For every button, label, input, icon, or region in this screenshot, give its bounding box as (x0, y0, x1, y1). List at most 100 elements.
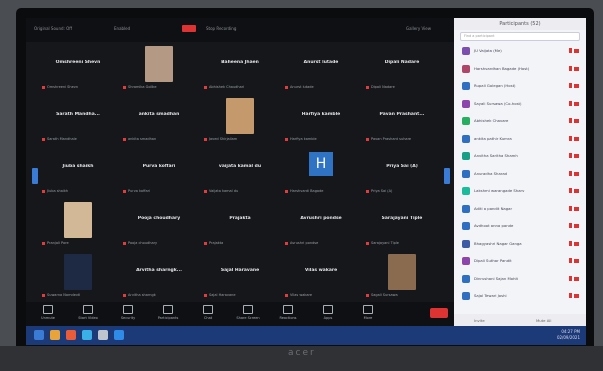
muted-mic-icon[interactable] (569, 65, 572, 71)
participant-list-item[interactable]: Bhagyashri Nagar Ganga (458, 237, 582, 251)
next-page-arrow-icon[interactable] (444, 168, 450, 184)
avatar (462, 204, 470, 213)
toolbar-button[interactable]: Security (116, 305, 140, 320)
video-off-icon[interactable] (574, 259, 579, 263)
participant-tile[interactable]: Avrushri pondse Avrushri pondse (281, 198, 361, 248)
participant-list-item[interactable]: Aditi a pandit Nagar (458, 202, 582, 216)
participant-tile[interactable]: Dipali Nadare Dipali Nadare (362, 42, 442, 92)
avatar (462, 82, 470, 90)
muted-mic-icon (123, 189, 126, 193)
toolbar-button[interactable]: Chat (196, 305, 220, 320)
view-toggle[interactable]: Gallery View (406, 26, 431, 31)
muted-mic-icon[interactable] (569, 240, 572, 246)
browser-icon[interactable] (82, 330, 92, 340)
toolbar-button[interactable]: Apps (316, 305, 340, 320)
taskbar-clock: 04:27 PM 02/09/2021 (556, 329, 580, 340)
video-off-icon[interactable] (574, 171, 579, 176)
muted-mic-icon[interactable] (569, 135, 572, 141)
video-off-icon[interactable] (574, 241, 579, 246)
participant-tile[interactable]: Anurst lutade Anurst lutade (281, 42, 361, 92)
participant-tile[interactable]: Sagali Sursawa (362, 250, 442, 300)
participant-list-item[interactable]: Sayali Sursawa (Co-host) (458, 97, 582, 111)
toolbar-button[interactable]: More (356, 305, 380, 320)
participant-tile[interactable]: Pooja choudhary Pooja choudhary (119, 198, 199, 248)
participant-tile[interactable]: Harfiya kamble Harfiya kamble (281, 94, 361, 144)
video-off-icon[interactable] (574, 101, 579, 106)
participant-list-item[interactable]: Anvitha Saritha Shamh (458, 149, 582, 163)
muted-mic-icon[interactable] (569, 170, 572, 176)
zoom-icon[interactable] (114, 330, 124, 340)
toolbar-button[interactable]: Unmute (36, 305, 60, 320)
app-icon[interactable] (98, 330, 108, 340)
participant-list-item[interactable]: Rupali Golegan (Host) (458, 79, 582, 93)
muted-mic-icon[interactable] (569, 258, 572, 263)
participant-tile[interactable]: Pavan Prashant... Pavan Prashant suhare (362, 94, 442, 144)
video-off-icon[interactable] (574, 224, 579, 228)
mute-all-button[interactable]: Mute All (536, 318, 551, 323)
firefox-icon[interactable] (50, 330, 60, 340)
participant-tile[interactable]: vaijata kamal du Vaijata kamal du (200, 146, 280, 196)
start-icon[interactable] (34, 330, 44, 340)
muted-mic-icon[interactable] (569, 275, 572, 281)
participant-list-item[interactable]: Anuradha Sharad (458, 167, 582, 181)
video-off-icon[interactable] (574, 276, 579, 281)
files-icon[interactable] (66, 330, 76, 340)
participant-label: Abhishek Chaudhari (204, 85, 244, 89)
participant-tile[interactable]: Pranjali Pore (38, 198, 118, 248)
muted-mic-icon[interactable] (569, 205, 572, 211)
participant-tile[interactable]: ankita smadhan ankita smadhan (119, 94, 199, 144)
muted-mic-icon[interactable] (569, 188, 572, 193)
video-off-icon[interactable] (574, 66, 579, 71)
toolbar-button[interactable]: Share Screen (236, 305, 260, 320)
video-off-icon[interactable] (574, 136, 579, 141)
participant-list-item[interactable]: Lakshmi warangade Sharv (458, 184, 582, 198)
participant-tile[interactable]: Sajal Haravane Sajal Haravane (200, 250, 280, 300)
participant-list-item[interactable]: Avdhoot anna pande (458, 219, 582, 233)
muted-mic-icon[interactable] (569, 100, 572, 106)
recording-icon[interactable] (182, 25, 196, 32)
video-off-icon[interactable] (574, 189, 579, 193)
participant-tile[interactable]: Baheena Jhaen Abhishek Chaudhari (200, 42, 280, 92)
invite-button[interactable]: Invite (474, 318, 485, 323)
toolbar-button[interactable]: Reactions (276, 305, 300, 320)
participant-tile[interactable]: Jiuba shaikh Jiuba shaikh (38, 146, 118, 196)
participant-list-item[interactable]: Abhishek Chavare (458, 114, 582, 128)
participant-tile[interactable]: Purva koffari Purva koffari (119, 146, 199, 196)
muted-mic-icon[interactable] (569, 118, 572, 123)
muted-mic-icon[interactable] (569, 293, 572, 298)
participant-tile[interactable]: Sarath Mandha... Sarath Mandhale (38, 94, 118, 144)
participant-list-item[interactable]: Dinrushani Sajan Mohit (458, 272, 582, 286)
participant-tile[interactable]: Omshreeni Shevn Omshreeni Shevn (38, 42, 118, 92)
participant-list-item[interactable]: JU Vaijata (Me) (458, 44, 582, 58)
muted-mic-icon[interactable] (569, 223, 572, 228)
video-off-icon[interactable] (574, 84, 579, 88)
video-off-icon[interactable] (574, 294, 579, 298)
toolbar-button[interactable]: Start Video (76, 305, 100, 320)
participant-list-item[interactable]: Dipali Suthar Pandit (458, 254, 582, 268)
participant-tile[interactable]: Sarajayani Tiple Sarajayani Tiple (362, 198, 442, 248)
participant-tile[interactable]: Javed Shirjailam (200, 94, 280, 144)
video-off-icon[interactable] (574, 206, 579, 211)
participant-tile[interactable]: Prajakta Prajakta (200, 198, 280, 248)
participant-tile[interactable]: Priya Sai (A) Priya Sai (A) (362, 146, 442, 196)
participant-tile[interactable]: Vilas wakare Vilas wakare (281, 250, 361, 300)
muted-mic-icon[interactable] (569, 48, 572, 53)
participant-list-item[interactable]: Harshvardhan Bagade (Host) (458, 62, 582, 76)
stop-recording-button[interactable]: Stop Recording (206, 26, 236, 31)
video-off-icon[interactable] (574, 49, 579, 53)
original-sound-toggle[interactable]: Original Sound: Off (34, 26, 72, 31)
toolbar-button[interactable]: Participants (156, 305, 180, 320)
participant-tile[interactable]: Suwarna Namdevtl (38, 250, 118, 300)
participant-tile[interactable]: Shramika Gollke (119, 42, 199, 92)
participant-search-input[interactable]: Find a participant (460, 32, 580, 41)
end-meeting-button[interactable] (430, 308, 448, 318)
muted-mic-icon[interactable] (569, 83, 572, 88)
participant-tile[interactable]: Arvitha sharngk... Arvitha sharngk (119, 250, 199, 300)
participant-name: Baheena Jhaen (221, 60, 259, 65)
video-off-icon[interactable] (574, 154, 579, 158)
participant-list-item[interactable]: ankita pathir Kumra (458, 132, 582, 146)
video-off-icon[interactable] (574, 119, 579, 123)
participant-tile[interactable]: H Harshvardi Bagade (281, 146, 361, 196)
muted-mic-icon[interactable] (569, 153, 572, 158)
participant-list-item[interactable]: Sajal Tewari Joshi (458, 289, 582, 303)
